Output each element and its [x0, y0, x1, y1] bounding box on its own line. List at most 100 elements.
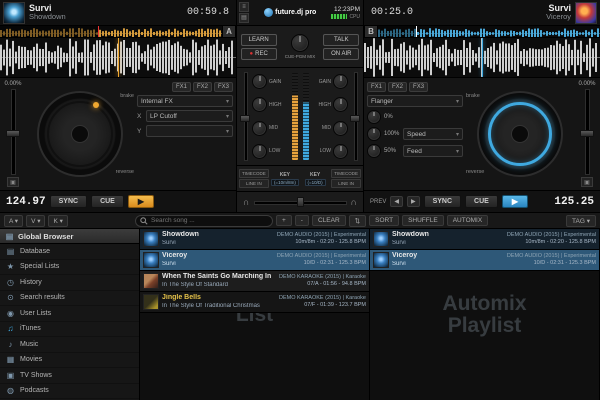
deck-b-jog-wheel[interactable]: [477, 91, 563, 177]
deck-b-fx1-button[interactable]: FX1: [367, 82, 386, 92]
search-box[interactable]: [135, 215, 273, 227]
deck-b-overview-waveform[interactable]: [378, 26, 600, 37]
channel-b-timecode-button[interactable]: TIMECODE: [331, 169, 361, 178]
record-icon: ●: [250, 51, 254, 57]
track-row-showdown[interactable]: Showdown Survi DEMO AUDIO (2015) | Exper…: [140, 229, 369, 250]
channel-a-high-knob[interactable]: [252, 97, 267, 112]
track-thumbnail: [143, 231, 159, 247]
deck-b-sync-button[interactable]: SYNC: [424, 195, 461, 208]
shuffle-button[interactable]: SHUFFLE: [402, 215, 444, 226]
headphone-cue-a-icon[interactable]: ∩: [243, 198, 250, 207]
layout-icon[interactable]: ▤: [239, 13, 249, 23]
deck-b-next-button[interactable]: ▶: [407, 196, 420, 207]
search-input[interactable]: [151, 217, 268, 224]
deck-b-pitch-slider[interactable]: [580, 89, 594, 175]
record-button[interactable]: ●REC: [241, 48, 277, 60]
track-row-saints[interactable]: When The Saints Go Marching In In The St…: [140, 271, 369, 292]
sidebar-item-tv-shows[interactable]: TV Shows: [0, 368, 139, 384]
deck-a-brake-toggle[interactable]: brake: [120, 93, 134, 99]
channel-b-gain-knob[interactable]: [333, 74, 348, 89]
deck-a-playhead: [118, 38, 119, 77]
crossfader-handle[interactable]: [297, 197, 304, 207]
add-button[interactable]: +: [276, 215, 292, 226]
deck-a-waveform[interactable]: [0, 38, 236, 78]
channel-a-timecode-button[interactable]: TIMECODE: [239, 169, 269, 178]
deck-a-fx-select[interactable]: Internal FX ▾: [137, 95, 233, 107]
filter-video-toggle[interactable]: V ▾: [26, 215, 45, 227]
deck-a-sync-button[interactable]: SYNC: [50, 195, 87, 208]
track-row-jingle-bells[interactable]: Jingle Bells In The Style Of Traditional…: [140, 292, 369, 313]
deck-b-fx-feed-knob[interactable]: [367, 144, 381, 158]
channel-a-mid-knob[interactable]: [252, 121, 267, 136]
sort-button[interactable]: SORT: [369, 215, 399, 226]
deck-b-fx-select[interactable]: Flanger ▾: [367, 95, 463, 107]
on-air-button[interactable]: ON AIR: [323, 48, 359, 60]
mixer: ≡ ▤ future.dj pro 12:23PM CPU LEARN ●REC: [237, 0, 363, 212]
channel-b-high-knob[interactable]: [333, 97, 348, 112]
filter-audio-toggle[interactable]: A ▾: [4, 215, 23, 227]
deck-a-fx3-button[interactable]: FX3: [214, 82, 233, 92]
cue-pgm-mix-knob[interactable]: [291, 34, 309, 52]
menu-icon[interactable]: ≡: [239, 2, 249, 12]
deck-b-brake-toggle[interactable]: brake: [466, 93, 480, 99]
browser-toolbar: A ▾ V ▾ K ▾ + - CLEAR ⇅ SORT SHUFFLE AUT…: [0, 212, 600, 229]
playlist-row-viceroy[interactable]: Viceroy Survi DEMO AUDIO (2015) | Experi…: [370, 250, 599, 271]
sidebar-item-special-lists[interactable]: Special Lists: [0, 260, 139, 276]
deck-b-waveform[interactable]: [364, 38, 600, 78]
channel-b-low-knob[interactable]: [333, 144, 348, 159]
deck-a-x-assign-select[interactable]: LP Cutoff ▾: [146, 110, 233, 122]
sidebar-item-podcasts[interactable]: Podcasts: [0, 384, 139, 400]
global-browser-header[interactable]: Global Browser: [0, 229, 139, 244]
deck-b-reverse-toggle[interactable]: reverse: [466, 169, 484, 175]
deck-a-fx2-button[interactable]: FX2: [193, 82, 212, 92]
channel-b-line-in-button[interactable]: LINE IN: [331, 179, 361, 188]
tag-button[interactable]: TAG ▾: [566, 215, 596, 227]
deck-a-cue-button[interactable]: CUE: [91, 195, 124, 208]
sidebar-item-database[interactable]: Database: [0, 244, 139, 260]
deck-a-play-button[interactable]: ▶: [128, 195, 154, 208]
deck-a-fx1-button[interactable]: FX1: [172, 82, 191, 92]
sidebar-item-music[interactable]: Music: [0, 337, 139, 353]
channel-a-volume-fader[interactable]: [240, 70, 250, 163]
sidebar-item-itunes[interactable]: iTunes: [0, 322, 139, 338]
talk-button[interactable]: TALK: [323, 34, 359, 46]
sidebar-item-history[interactable]: History: [0, 275, 139, 291]
remove-button[interactable]: -: [295, 215, 309, 226]
channel-a-low-knob[interactable]: [252, 144, 267, 159]
channel-a-line-in-button[interactable]: LINE IN: [239, 179, 269, 188]
automix-button[interactable]: AUTOMIX: [447, 215, 489, 226]
deck-a-y-assign-select[interactable]: ▾: [146, 125, 233, 137]
deck-b-fx-dry-wet-knob[interactable]: [367, 110, 381, 124]
channel-b-level-meter: [303, 73, 309, 160]
track-row-viceroy[interactable]: Viceroy Survi DEMO AUDIO (2015) | Experi…: [140, 250, 369, 271]
sidebar-item-user-lists[interactable]: User Lists: [0, 306, 139, 322]
filter-karaoke-toggle[interactable]: K ▾: [48, 215, 67, 227]
deck-b-fx-speed-select[interactable]: Speed ▾: [403, 128, 463, 140]
deck-b-cue-button[interactable]: CUE: [465, 195, 498, 208]
channel-b-volume-fader[interactable]: [350, 70, 360, 163]
crossfader[interactable]: [254, 197, 347, 207]
deck-b-play-button[interactable]: ▶: [502, 195, 528, 208]
sidebar-item-movies[interactable]: Movies: [0, 353, 139, 369]
playlist-row-showdown[interactable]: Showdown Survi DEMO AUDIO (2015) | Exper…: [370, 229, 599, 250]
deck-b-fx-feed-select[interactable]: Feed ▾: [403, 145, 463, 157]
deck-a-jog-wheel[interactable]: [37, 91, 123, 177]
deck-b-keylock-icon[interactable]: ▣: [581, 177, 593, 187]
deck-b-fx2-button[interactable]: FX2: [388, 82, 407, 92]
deck-a-reverse-toggle[interactable]: reverse: [116, 169, 134, 175]
sidebar-item-search-results[interactable]: Search results: [0, 291, 139, 307]
deck-a-overview-waveform[interactable]: [0, 26, 222, 37]
clear-button[interactable]: CLEAR: [312, 215, 346, 226]
deck-a-pitch-slider[interactable]: [6, 89, 20, 175]
deck-b-fx-speed-knob[interactable]: [367, 127, 381, 141]
deck-b-prev-button[interactable]: ◀: [390, 196, 403, 207]
sort-direction-button[interactable]: ⇅: [349, 215, 366, 227]
headphone-cue-b-icon[interactable]: ∩: [351, 198, 358, 207]
channel-a-gain-knob[interactable]: [252, 74, 267, 89]
channel-b-mid-knob[interactable]: [333, 121, 348, 136]
deck-b-fx3-button[interactable]: FX3: [409, 82, 428, 92]
deck-a-keylock-icon[interactable]: ▣: [7, 177, 19, 187]
learn-button[interactable]: LEARN: [241, 34, 277, 46]
track-thumbnail: [373, 231, 389, 247]
chevron-down-icon: ▾: [226, 98, 229, 105]
